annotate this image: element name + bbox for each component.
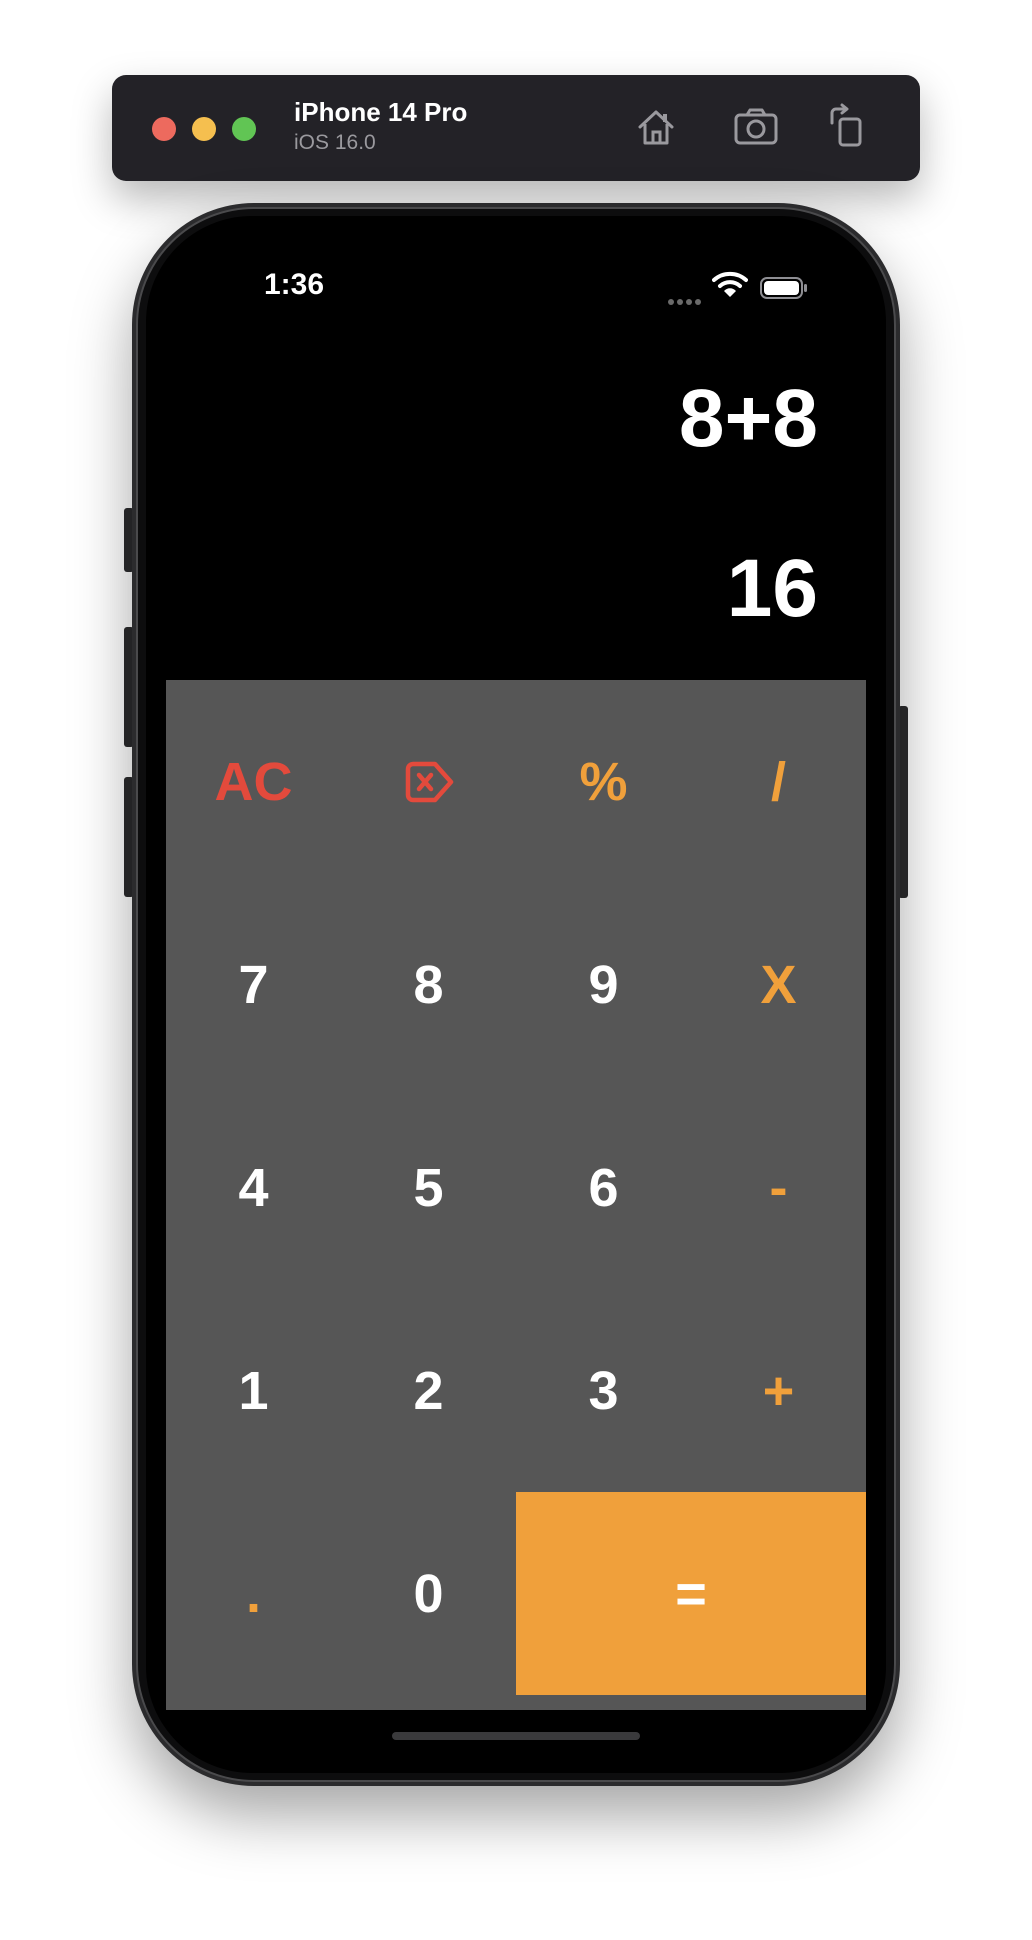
phone-screen: 1:36 8+8 16 AC % / 7 8 9 X 4 5 6 - 1 2 3…: [146, 216, 886, 1773]
zoom-window-button[interactable]: [232, 117, 256, 141]
result-display: 16: [726, 543, 818, 634]
home-indicator[interactable]: [392, 1732, 640, 1740]
battery-icon: [760, 277, 807, 299]
multiply-button[interactable]: X: [691, 883, 866, 1086]
screenshot-icon[interactable]: [732, 103, 780, 151]
device-name: iPhone 14 Pro: [294, 97, 468, 127]
digit-4-button[interactable]: 4: [166, 1086, 341, 1289]
digit-7-button[interactable]: 7: [166, 883, 341, 1086]
decimal-button[interactable]: .: [166, 1492, 341, 1695]
cellular-icon: [668, 292, 704, 310]
close-window-button[interactable]: [152, 117, 176, 141]
add-button[interactable]: +: [691, 1289, 866, 1492]
keypad: AC % / 7 8 9 X 4 5 6 - 1 2 3 + . 0 =: [166, 680, 866, 1710]
digit-5-button[interactable]: 5: [341, 1086, 516, 1289]
wifi-icon: [712, 271, 748, 297]
dynamic-island: [404, 256, 626, 320]
digit-8-button[interactable]: 8: [341, 883, 516, 1086]
expression-display: 8+8: [678, 373, 818, 464]
clear-button[interactable]: AC: [166, 680, 341, 883]
digit-2-button[interactable]: 2: [341, 1289, 516, 1492]
minimize-window-button[interactable]: [192, 117, 216, 141]
digit-0-button[interactable]: 0: [341, 1492, 516, 1695]
equals-button[interactable]: =: [516, 1492, 866, 1695]
percent-button[interactable]: %: [516, 680, 691, 883]
digit-9-button[interactable]: 9: [516, 883, 691, 1086]
backspace-icon: [405, 761, 453, 802]
simulator-toolbar: iPhone 14 Pro iOS 16.0: [112, 75, 920, 181]
digit-1-button[interactable]: 1: [166, 1289, 341, 1492]
home-icon[interactable]: [632, 103, 680, 151]
digit-3-button[interactable]: 3: [516, 1289, 691, 1492]
digit-6-button[interactable]: 6: [516, 1086, 691, 1289]
subtract-button[interactable]: -: [691, 1086, 866, 1289]
status-time: 1:36: [264, 268, 325, 301]
backspace-button[interactable]: [341, 680, 516, 883]
divide-button[interactable]: /: [691, 680, 866, 883]
os-version: iOS 16.0: [294, 131, 376, 154]
rotate-icon[interactable]: [826, 103, 874, 151]
